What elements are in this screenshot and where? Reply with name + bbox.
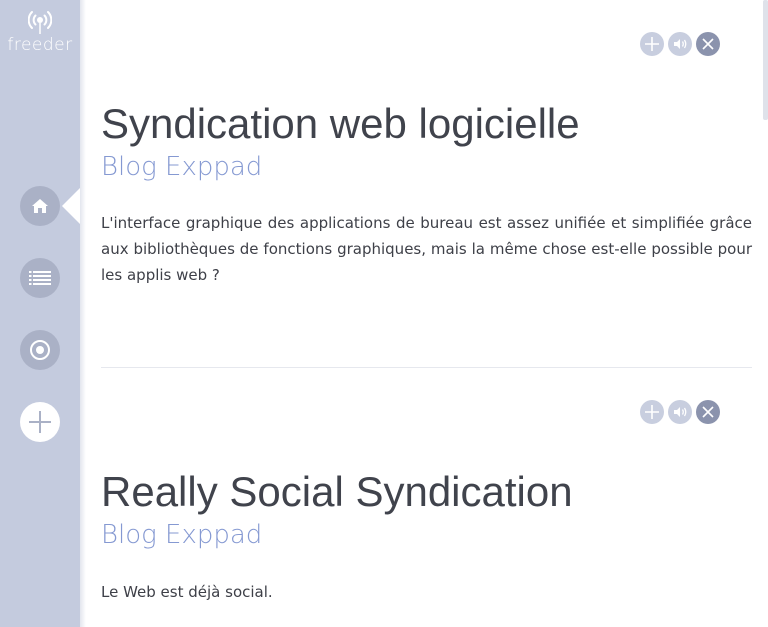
close-button[interactable] <box>696 32 720 56</box>
article-source[interactable]: Blog Exppad <box>101 520 262 550</box>
sidebar-edge <box>80 0 86 627</box>
add-icon <box>645 37 659 51</box>
article-title[interactable]: Really Social Syndication <box>101 468 573 516</box>
article-actions <box>640 32 720 56</box>
sidebar: freeder <box>0 0 80 627</box>
article-actions <box>640 400 720 424</box>
scrollbar[interactable] <box>763 0 768 120</box>
close-icon <box>702 38 714 50</box>
add-button[interactable] <box>640 400 664 424</box>
article-divider <box>101 367 752 368</box>
sidebar-item-add[interactable] <box>20 402 60 442</box>
read-aloud-icon <box>674 407 687 417</box>
plus-icon <box>29 411 51 433</box>
read-aloud-button[interactable] <box>668 32 692 56</box>
article-excerpt: Le Web est déjà social. <box>101 583 273 601</box>
sidebar-item-home[interactable] <box>20 186 60 226</box>
target-icon <box>30 340 50 360</box>
home-icon <box>32 199 48 213</box>
app-name: freeder <box>7 35 73 55</box>
article-title[interactable]: Syndication web logicielle <box>101 100 580 148</box>
close-icon <box>702 406 714 418</box>
add-button[interactable] <box>640 32 664 56</box>
freeder-logo[interactable]: freeder <box>6 8 74 56</box>
sidebar-item-feeds[interactable] <box>20 330 60 370</box>
list-icon <box>29 271 51 285</box>
broadcast-icon <box>28 11 52 34</box>
article-excerpt: L'interface graphique des applications d… <box>101 214 752 284</box>
sidebar-item-list[interactable] <box>20 258 60 298</box>
read-aloud-icon <box>674 39 687 49</box>
read-aloud-button[interactable] <box>668 400 692 424</box>
active-nav-indicator <box>62 187 81 225</box>
close-button[interactable] <box>696 400 720 424</box>
article-source[interactable]: Blog Exppad <box>101 152 262 182</box>
add-icon <box>645 405 659 419</box>
